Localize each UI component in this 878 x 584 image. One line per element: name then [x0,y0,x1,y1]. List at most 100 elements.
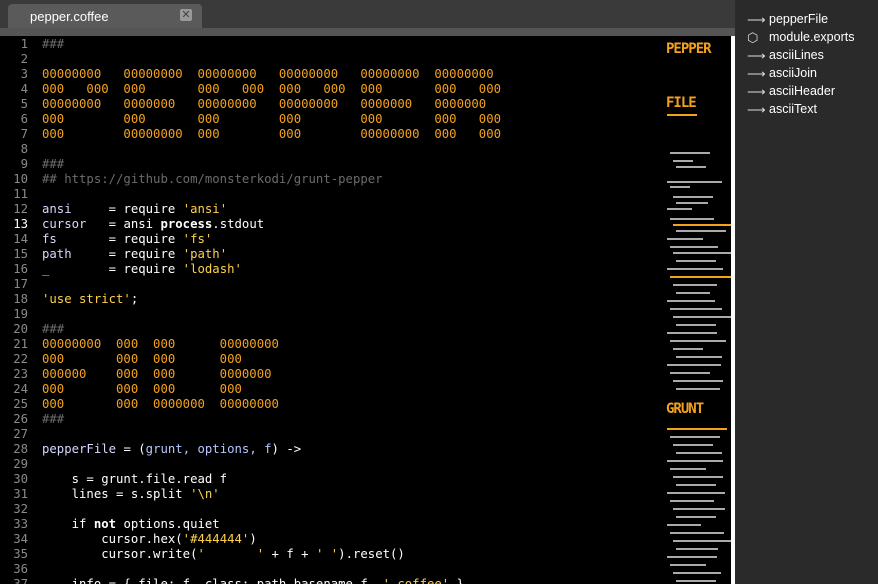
code-token: options.quiet [116,517,220,531]
arrow-right-icon: ⟶ [747,102,766,117]
outline-item-label: pepperFile [769,12,829,26]
code-line[interactable]: 32 [0,502,665,517]
minimap-word: FILE [666,95,697,111]
code-text: s = grunt.file.read f [42,472,227,487]
code-token: cursor [42,217,87,231]
code-line[interactable]: 5 00000000 0000000 00000000 00000000 0000… [0,97,665,112]
code-line[interactable]: 12 ansi = require 'ansi' [0,202,665,217]
minimap-line [670,218,714,220]
code-line[interactable]: 20 ### [0,322,665,337]
minimap-line [667,556,717,558]
code-line[interactable]: 25 000 000 0000000 00000000 [0,397,665,412]
minimap-line [670,340,726,342]
code-token: } [449,577,465,584]
code-token: 000 000 000 000 000 000 000 [42,112,502,126]
code-line[interactable]: 19 [0,307,665,322]
line-number: 26 [13,412,28,426]
minimap-line [670,186,690,188]
code-text: 'use strict'; [42,292,138,307]
code-text: 000 000 000 000 000 000 000 [42,112,501,127]
code-token: cursor.hex( [42,532,183,546]
tab-pepper-coffee[interactable]: pepper.coffee ✕ [8,4,202,28]
code-editor[interactable]: 1 ### 2 3 00000000 00000000 00000000 0000000… [0,36,665,584]
tab-bar: pepper.coffee ✕ [0,0,735,36]
code-line[interactable]: 35 cursor.write(' ' + f + ' ').reset() [0,547,665,562]
minimap-line [673,508,725,510]
code-line[interactable]: 1 ### [0,37,665,52]
code-line[interactable]: 6 000 000 000 000 000 000 000 [0,112,665,127]
code-line[interactable]: 30 s = grunt.file.read f [0,472,665,487]
code-line[interactable]: 21 00000000 000 000 00000000 [0,337,665,352]
line-number: 7 [20,127,28,141]
code-line[interactable]: 7 000 00000000 000 000 00000000 000 000 [0,127,665,142]
arrow-right-icon: ⟶ [747,48,766,63]
code-token: = ansi [86,217,161,231]
minimap-line [673,348,703,350]
code-line[interactable]: 24 000 000 000 000 [0,382,665,397]
code-text: ## https://github.com/monsterkodi/grunt-… [42,172,383,187]
code-text: cursor = ansi process.stdout [42,217,264,232]
code-line[interactable]: 8 [0,142,665,157]
code-token: 'ansi' [182,202,228,216]
code-line[interactable]: 29 [0,457,665,472]
code-token: process [160,217,213,231]
line-number: 4 [20,82,28,96]
line-number: 33 [13,517,28,531]
code-line[interactable]: 2 [0,52,665,67]
arrow-right-icon: ⟶ [747,12,766,27]
code-line[interactable]: 28 pepperFile = (grunt, options, f) -> [0,442,665,457]
code-line[interactable]: 3 00000000 00000000 00000000 00000000 000… [0,67,665,82]
code-line[interactable]: 33 if not options.quiet [0,517,665,532]
code-line[interactable]: 4 000 000 000 000 000 000 000 000 000 000 [0,82,665,97]
code-token: = require [71,202,183,216]
code-line[interactable]: 16 _ = require 'lodash' [0,262,665,277]
code-text: if not options.quiet [42,517,220,532]
minimap-line [670,276,732,278]
code-line[interactable]: 17 [0,277,665,292]
code-text: 00000000 0000000 00000000 00000000 00000… [42,97,486,112]
code-line[interactable]: 9 ### [0,157,665,172]
code-line[interactable]: 37 info = { file: f, class: path.basenam… [0,577,665,584]
code-line[interactable]: 18 'use strict'; [0,292,665,307]
minimap[interactable]: PEPPER FILE GRUNT [665,36,735,584]
code-line[interactable]: 22 000 000 000 000 [0,352,665,367]
code-token: ### [42,37,65,51]
close-icon[interactable]: ✕ [180,9,192,21]
code-token: ## https://github.com/monsterkodi/grunt-… [42,172,383,186]
code-token: ; [130,292,139,306]
code-line[interactable]: 26 ### [0,412,665,427]
code-token: not [93,517,117,531]
minimap-line [673,444,713,446]
code-line[interactable]: 13 cursor = ansi process.stdout [0,217,665,232]
code-line[interactable]: 14 fs = require 'fs' [0,232,665,247]
code-text: 000 000 0000000 00000000 [42,397,279,412]
code-line[interactable]: 36 [0,562,665,577]
line-number: 28 [13,442,28,456]
code-token: 000 000 000 000 [42,352,242,366]
code-line[interactable]: 27 [0,427,665,442]
minimap-line [667,268,723,270]
code-text: 000 000 000 000 [42,352,242,367]
code-text: 000000 000 000 0000000 [42,367,272,382]
code-line[interactable]: 34 cursor.hex('#444444') [0,532,665,547]
code-token: path [42,247,72,261]
minimap-line [676,260,716,262]
code-line[interactable]: 10 ## https://github.com/monsterkodi/grun… [0,172,665,187]
code-line[interactable]: 11 [0,187,665,202]
line-number: 36 [13,562,28,576]
code-text: ### [42,412,64,427]
minimap-line [673,476,723,478]
line-number: 17 [13,277,28,291]
code-text: 000 00000000 000 000 00000000 000 000 [42,127,501,142]
outline-item-label: module.exports [769,30,855,44]
minimap-line [673,252,733,254]
code-line[interactable]: 31 lines = s.split '\n' [0,487,665,502]
minimap-line [670,308,722,310]
minimap-line [673,196,713,198]
arrow-right-icon: ⟶ [747,84,766,99]
code-line[interactable]: 23 000000 000 000 0000000 [0,367,665,382]
code-line[interactable]: 15 path = require 'path' [0,247,665,262]
line-number: 32 [13,502,28,516]
minimap-line [670,532,724,534]
code-token: ' ' [197,547,265,561]
